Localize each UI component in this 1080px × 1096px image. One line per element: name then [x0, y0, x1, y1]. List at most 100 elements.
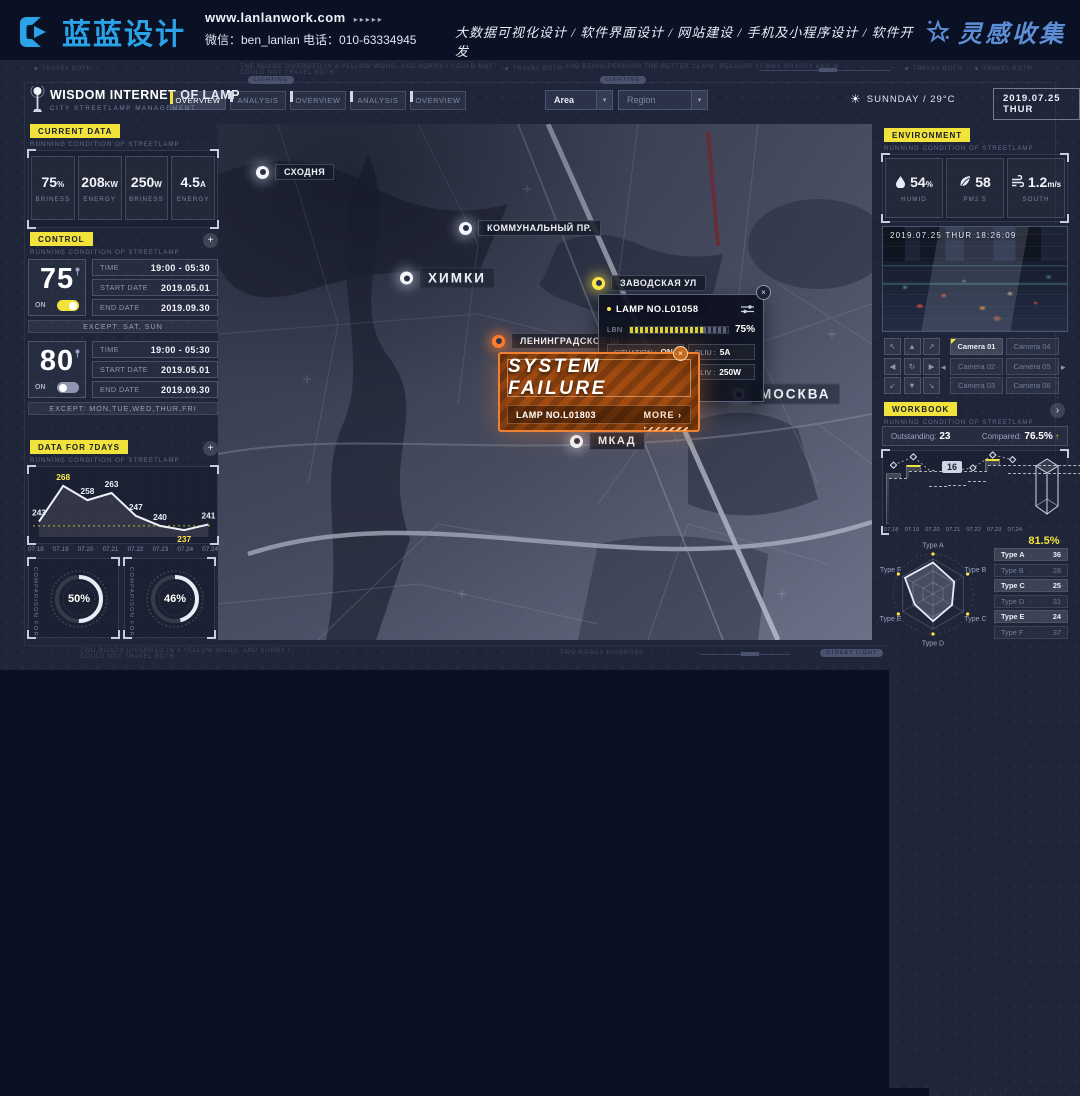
- start-date-row[interactable]: START DATE2019.05.01: [92, 279, 218, 296]
- deco-text-1: THE ROADS DIVERGED IN A YELLOW WOOD, AND…: [240, 64, 493, 76]
- schedule-toggle-1[interactable]: [57, 300, 79, 311]
- chevron-down-icon[interactable]: ▾: [691, 91, 707, 109]
- tab-overview-2[interactable]: OVERVIEW: [290, 91, 346, 110]
- svg-text:Type A: Type A: [922, 543, 944, 550]
- legend-type-e[interactable]: Type E24: [994, 610, 1068, 623]
- end-date-row[interactable]: END DATE2019.09.30: [92, 381, 218, 398]
- alert-title: SYSTEM FAILURE: [508, 356, 690, 400]
- camera-02-button[interactable]: Camera 02: [950, 358, 1003, 375]
- pan-down-left-button[interactable]: ↙: [884, 377, 901, 394]
- wind-icon: [1011, 175, 1024, 188]
- gauge-label: COMPARISON FOR: [128, 567, 134, 637]
- lamp-pin-icon[interactable]: [570, 435, 583, 448]
- panel-title-environment: ENVIRONMENT: [884, 128, 970, 142]
- pan-down-right-button[interactable]: ↘: [923, 377, 940, 394]
- workbook-bar: [926, 481, 941, 523]
- panel-title-workbook: WORKBOOK: [884, 402, 957, 416]
- lanlan-logo-icon: [16, 14, 54, 50]
- tab-overview-1[interactable]: OVERVIEW: [170, 91, 226, 110]
- camera-feed[interactable]: [882, 226, 1068, 332]
- chevron-down-icon[interactable]: ▾: [596, 91, 612, 109]
- camera-06-button[interactable]: Camera 06: [1006, 377, 1059, 394]
- week-x-axis: 07.1807.1907.2007.2107.2207.2307.2407.24: [28, 546, 218, 553]
- alert-more-button[interactable]: MORE ›: [644, 410, 683, 420]
- workbook-bar: [945, 479, 960, 523]
- area-select[interactable]: Area ▾: [545, 90, 613, 110]
- date-display: 2019.07.25 THUR: [993, 88, 1080, 120]
- svg-text:Type F: Type F: [880, 567, 901, 574]
- lamp-pin-icon[interactable]: [592, 277, 605, 290]
- camera-next-icon[interactable]: ▸: [1061, 362, 1066, 373]
- popup-lamp-id: LAMP NO.L01058: [616, 304, 735, 314]
- deco-slider-2: [700, 654, 790, 655]
- legend-type-f[interactable]: Type F37: [994, 626, 1068, 639]
- camera-04-button[interactable]: Camera 04: [1006, 338, 1059, 355]
- collect-block[interactable]: 灵感收集: [925, 14, 1066, 49]
- time-row[interactable]: TIME19:00 - 05:30: [92, 259, 218, 276]
- x-tick: 07.22: [128, 546, 144, 553]
- svg-text:241: 241: [201, 510, 215, 520]
- website-link[interactable]: www.lanlanwork.com: [205, 10, 346, 25]
- week-chart-frame: 243268258263247240237241: [28, 466, 218, 544]
- radar-legend: Type A36 Type B28 Type C25 Type D31 Type…: [994, 548, 1068, 641]
- comparison-gauge-1: COMPARISON FOR 50%: [28, 558, 119, 638]
- stat-wind: 1.2m/s SOUTH: [1007, 158, 1065, 218]
- tab-overview-3[interactable]: OVERVIEW: [410, 91, 466, 110]
- brightness-row: LBN 75%: [607, 324, 755, 335]
- lamp-mini-icon: [74, 345, 81, 363]
- workbook-next-button[interactable]: ›: [1050, 403, 1065, 418]
- start-date-row[interactable]: START DATE2019.05.01: [92, 361, 218, 378]
- deco-check-4: ■TRAVEL BOTH: [975, 66, 1033, 72]
- control-add-button[interactable]: +: [203, 233, 218, 248]
- comparison-gauge-2: COMPARISON FOR 46%: [124, 558, 215, 638]
- pan-up-right-button[interactable]: ↗: [923, 338, 940, 355]
- status-dot: [607, 307, 611, 311]
- camera-05-button[interactable]: Camera 05: [1006, 358, 1059, 375]
- lamp-pin-icon[interactable]: [459, 222, 472, 235]
- brightness-bar[interactable]: [629, 326, 729, 334]
- sliders-icon[interactable]: [740, 304, 755, 314]
- schedule-toggle-2[interactable]: [57, 382, 79, 393]
- brand-logo[interactable]: 蓝蓝设计: [16, 11, 186, 53]
- pan-up-button[interactable]: ▲: [904, 338, 921, 355]
- environment-tiles: 54% HUMID 58 PM2.5 1.2m/s SOUTH: [885, 158, 1065, 218]
- lamp-pin-icon[interactable]: [400, 272, 413, 285]
- stat-briness-w: 250WBRINESS: [125, 156, 169, 220]
- svg-text:258: 258: [80, 486, 94, 496]
- end-date-row[interactable]: END DATE2019.09.30: [92, 299, 218, 316]
- svg-text:237: 237: [177, 534, 191, 543]
- pan-up-left-button[interactable]: ↖: [884, 338, 901, 355]
- reset-view-button[interactable]: ↻: [904, 358, 921, 375]
- lbn-value: 75%: [735, 324, 755, 335]
- legend-type-c[interactable]: Type C25: [994, 579, 1068, 592]
- deco-check-1: ■TRAVEL BOTH: [34, 66, 92, 72]
- dim-level-box-1: 75 ON: [28, 259, 86, 316]
- camera-01-button[interactable]: Camera 01: [950, 338, 1003, 355]
- weather-text: SUNNDAY / 29°C: [867, 94, 956, 105]
- tab-analysis-1[interactable]: ANALYSIS: [230, 91, 286, 110]
- pan-left-button[interactable]: ◀: [884, 358, 901, 375]
- legend-type-d[interactable]: Type D31: [994, 595, 1068, 608]
- camera-prev-icon[interactable]: ◂: [941, 362, 946, 373]
- leaf-icon: [959, 175, 971, 188]
- x-tick: 07.18: [28, 546, 44, 553]
- region-select[interactable]: Region ▾: [618, 90, 708, 110]
- workbook-bar: [985, 459, 1000, 523]
- panel-title-control: CONTROL: [30, 232, 93, 246]
- services-list: 大数据可视化设计 / 软件界面设计 / 网站建设 / 手机及小程序设计 / 软件…: [455, 22, 915, 60]
- pan-down-button[interactable]: ▼: [904, 377, 921, 394]
- time-row[interactable]: TIME19:00 - 05:30: [92, 341, 218, 358]
- legend-type-a[interactable]: Type A36: [994, 548, 1068, 561]
- on-label-2: ON: [35, 384, 46, 391]
- week-expand-button[interactable]: +: [203, 441, 218, 456]
- promo-banner: 蓝蓝设计 www.lanlanwork.com▸▸▸▸▸ 微信：ben_lanl…: [0, 0, 1080, 60]
- lamp-pin-icon[interactable]: [492, 335, 505, 348]
- except-bar-2: EXCEPT: MON,TUE,WED,THUR,FRI: [28, 402, 218, 415]
- schedule-rows-1: TIME19:00 - 05:30 START DATE2019.05.01 E…: [92, 259, 218, 316]
- lamp-pin-icon[interactable]: [256, 166, 269, 179]
- tab-analysis-2[interactable]: ANALYSIS: [350, 91, 406, 110]
- pan-right-button[interactable]: ▶: [923, 358, 940, 375]
- legend-type-b[interactable]: Type B28: [994, 564, 1068, 577]
- camera-03-button[interactable]: Camera 03: [950, 377, 1003, 394]
- popup-close-icon[interactable]: ×: [756, 285, 771, 300]
